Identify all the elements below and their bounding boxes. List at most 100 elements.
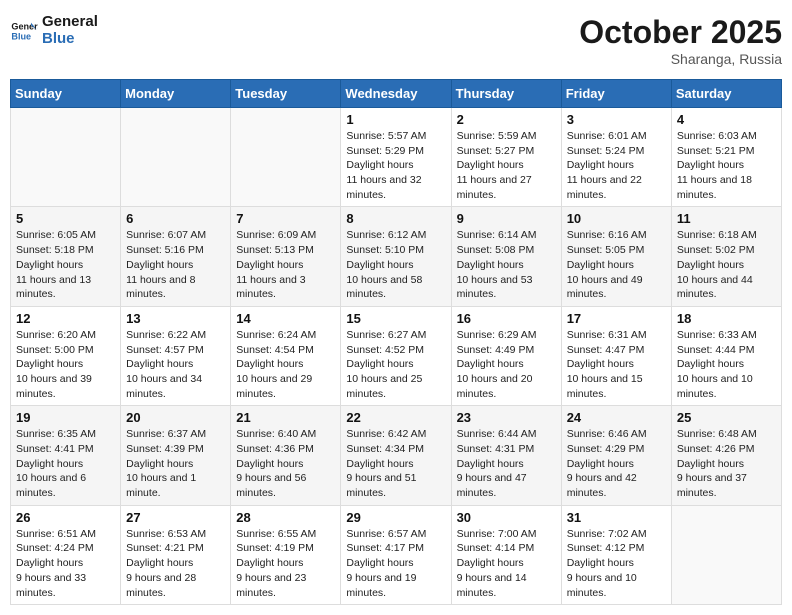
weekday-header-sunday: Sunday (11, 80, 121, 108)
day-number: 16 (457, 311, 556, 326)
day-info: Sunrise: 6:55 AMSunset: 4:19 PMDaylight … (236, 527, 335, 600)
calendar-day-cell: 12 Sunrise: 6:20 AMSunset: 5:00 PMDayligh… (11, 306, 121, 405)
day-info: Sunrise: 6:35 AMSunset: 4:41 PMDaylight … (16, 427, 115, 500)
day-number: 14 (236, 311, 335, 326)
day-info: Sunrise: 6:53 AMSunset: 4:21 PMDaylight … (126, 527, 225, 600)
day-number: 9 (457, 211, 556, 226)
logo-icon: General Blue (10, 17, 38, 45)
calendar-table: SundayMondayTuesdayWednesdayThursdayFrid… (10, 79, 782, 605)
calendar-day-cell: 6 Sunrise: 6:07 AMSunset: 5:16 PMDaylight… (121, 207, 231, 306)
calendar-day-cell: 2 Sunrise: 5:59 AMSunset: 5:27 PMDaylight… (451, 108, 561, 207)
calendar-day-cell: 3Sunrise: 6:01 AMSunset: 5:24 PMDaylight… (561, 108, 671, 207)
day-info: Sunrise: 6:33 AMSunset: 4:44 PMDaylight … (677, 328, 776, 401)
day-info: Sunrise: 6:24 AMSunset: 4:54 PMDaylight … (236, 328, 335, 401)
day-info: Sunrise: 6:14 AMSunset: 5:08 PMDaylight … (457, 228, 556, 301)
logo-blue: Blue (42, 31, 98, 48)
month-title: October 2025 (579, 14, 782, 51)
calendar-day-cell: 28 Sunrise: 6:55 AMSunset: 4:19 PMDayligh… (231, 505, 341, 604)
page-container: General Blue General Blue October 2025 S… (10, 10, 782, 605)
calendar-day-cell (231, 108, 341, 207)
calendar-day-cell: 31 Sunrise: 7:02 AMSunset: 4:12 PMDayligh… (561, 505, 671, 604)
calendar-week-row: 26Sunrise: 6:51 AMSunset: 4:24 PMDayligh… (11, 505, 782, 604)
calendar-day-cell: 25 Sunrise: 6:48 AMSunset: 4:26 PMDayligh… (671, 406, 781, 505)
day-info: Sunrise: 6:12 AMSunset: 5:10 PMDaylight … (346, 228, 445, 301)
day-number: 12 (16, 311, 115, 326)
day-number: 19 (16, 410, 115, 425)
day-number: 13 (126, 311, 225, 326)
calendar-day-cell (671, 505, 781, 604)
day-number: 30 (457, 510, 556, 525)
day-number: 25 (677, 410, 776, 425)
day-info: Sunrise: 5:57 AMSunset: 5:29 PMDaylight … (346, 129, 445, 202)
day-info: Sunrise: 6:07 AMSunset: 5:16 PMDaylight … (126, 228, 225, 301)
day-info: Sunrise: 6:20 AMSunset: 5:00 PMDaylight … (16, 328, 115, 401)
calendar-week-row: 1Sunrise: 5:57 AMSunset: 5:29 PMDaylight… (11, 108, 782, 207)
day-info: Sunrise: 6:44 AMSunset: 4:31 PMDaylight … (457, 427, 556, 500)
calendar-day-cell: 16 Sunrise: 6:29 AMSunset: 4:49 PMDayligh… (451, 306, 561, 405)
calendar-day-cell (11, 108, 121, 207)
svg-text:Blue: Blue (11, 31, 31, 41)
logo: General Blue General Blue (10, 14, 98, 47)
calendar-day-cell: 13 Sunrise: 6:22 AMSunset: 4:57 PMDayligh… (121, 306, 231, 405)
day-info: Sunrise: 7:02 AMSunset: 4:12 PMDaylight … (567, 527, 666, 600)
calendar-week-row: 5Sunrise: 6:05 AMSunset: 5:18 PMDaylight… (11, 207, 782, 306)
calendar-day-cell: 22 Sunrise: 6:42 AMSunset: 4:34 PMDayligh… (341, 406, 451, 505)
day-number: 6 (126, 211, 225, 226)
calendar-day-cell: 19 Sunrise: 6:35 AMSunset: 4:41 PMDayligh… (11, 406, 121, 505)
day-number: 21 (236, 410, 335, 425)
calendar-day-cell: 14 Sunrise: 6:24 AMSunset: 4:54 PMDayligh… (231, 306, 341, 405)
day-info: Sunrise: 6:37 AMSunset: 4:39 PMDaylight … (126, 427, 225, 500)
day-info: Sunrise: 6:09 AMSunset: 5:13 PMDaylight … (236, 228, 335, 301)
day-info: Sunrise: 6:22 AMSunset: 4:57 PMDaylight … (126, 328, 225, 401)
calendar-day-cell: 20 Sunrise: 6:37 AMSunset: 4:39 PMDayligh… (121, 406, 231, 505)
calendar-day-cell (121, 108, 231, 207)
day-number: 28 (236, 510, 335, 525)
day-info: Sunrise: 6:42 AMSunset: 4:34 PMDaylight … (346, 427, 445, 500)
calendar-day-cell: 15 Sunrise: 6:27 AMSunset: 4:52 PMDayligh… (341, 306, 451, 405)
day-number: 22 (346, 410, 445, 425)
calendar-day-cell: 26Sunrise: 6:51 AMSunset: 4:24 PMDayligh… (11, 505, 121, 604)
day-number: 17 (567, 311, 666, 326)
calendar-day-cell: 7 Sunrise: 6:09 AMSunset: 5:13 PMDaylight… (231, 207, 341, 306)
day-number: 20 (126, 410, 225, 425)
day-number: 4 (677, 112, 776, 127)
day-number: 18 (677, 311, 776, 326)
calendar-day-cell: 23Sunrise: 6:44 AMSunset: 4:31 PMDayligh… (451, 406, 561, 505)
day-number: 7 (236, 211, 335, 226)
calendar-day-cell: 17 Sunrise: 6:31 AMSunset: 4:47 PMDayligh… (561, 306, 671, 405)
day-info: Sunrise: 6:03 AMSunset: 5:21 PMDaylight … (677, 129, 776, 202)
location: Sharanga, Russia (579, 51, 782, 67)
calendar-day-cell: 18 Sunrise: 6:33 AMSunset: 4:44 PMDayligh… (671, 306, 781, 405)
day-number: 2 (457, 112, 556, 127)
day-info: Sunrise: 6:18 AMSunset: 5:02 PMDaylight … (677, 228, 776, 301)
calendar-day-cell: 5Sunrise: 6:05 AMSunset: 5:18 PMDaylight… (11, 207, 121, 306)
calendar-day-cell: 24Sunrise: 6:46 AMSunset: 4:29 PMDayligh… (561, 406, 671, 505)
calendar-week-row: 12 Sunrise: 6:20 AMSunset: 5:00 PMDayligh… (11, 306, 782, 405)
calendar-day-cell: 9 Sunrise: 6:14 AMSunset: 5:08 PMDaylight… (451, 207, 561, 306)
logo-general: General (42, 14, 98, 31)
day-number: 5 (16, 211, 115, 226)
calendar-day-cell: 27 Sunrise: 6:53 AMSunset: 4:21 PMDayligh… (121, 505, 231, 604)
calendar-week-row: 19 Sunrise: 6:35 AMSunset: 4:41 PMDayligh… (11, 406, 782, 505)
day-info: Sunrise: 6:31 AMSunset: 4:47 PMDaylight … (567, 328, 666, 401)
day-info: Sunrise: 5:59 AMSunset: 5:27 PMDaylight … (457, 129, 556, 202)
weekday-header-wednesday: Wednesday (341, 80, 451, 108)
calendar-day-cell: 10Sunrise: 6:16 AMSunset: 5:05 PMDayligh… (561, 207, 671, 306)
day-info: Sunrise: 6:27 AMSunset: 4:52 PMDaylight … (346, 328, 445, 401)
day-number: 15 (346, 311, 445, 326)
calendar-day-cell: 8 Sunrise: 6:12 AMSunset: 5:10 PMDaylight… (341, 207, 451, 306)
weekday-header-row: SundayMondayTuesdayWednesdayThursdayFrid… (11, 80, 782, 108)
day-number: 27 (126, 510, 225, 525)
day-info: Sunrise: 6:51 AMSunset: 4:24 PMDaylight … (16, 527, 115, 600)
calendar-day-cell: 1Sunrise: 5:57 AMSunset: 5:29 PMDaylight… (341, 108, 451, 207)
day-info: Sunrise: 6:48 AMSunset: 4:26 PMDaylight … (677, 427, 776, 500)
calendar-day-cell: 4 Sunrise: 6:03 AMSunset: 5:21 PMDaylight… (671, 108, 781, 207)
day-info: Sunrise: 6:29 AMSunset: 4:49 PMDaylight … (457, 328, 556, 401)
day-info: Sunrise: 6:40 AMSunset: 4:36 PMDaylight … (236, 427, 335, 500)
calendar-day-cell: 29Sunrise: 6:57 AMSunset: 4:17 PMDayligh… (341, 505, 451, 604)
calendar-day-cell: 30Sunrise: 7:00 AMSunset: 4:14 PMDayligh… (451, 505, 561, 604)
day-info: Sunrise: 6:01 AMSunset: 5:24 PMDaylight … (567, 129, 666, 202)
day-number: 8 (346, 211, 445, 226)
day-info: Sunrise: 6:46 AMSunset: 4:29 PMDaylight … (567, 427, 666, 500)
day-number: 31 (567, 510, 666, 525)
